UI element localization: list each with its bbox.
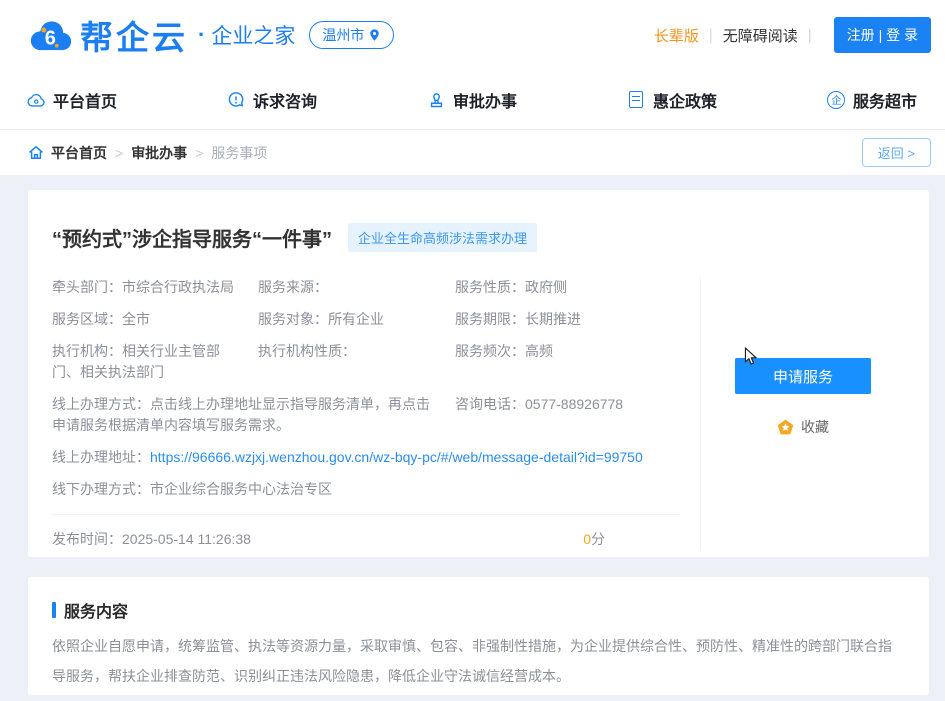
- field-online-address: 线上办理地址：https://96666.wzjxj.wenzhou.gov.c…: [52, 447, 680, 468]
- detail-fields-area: 牵头部门：市综合行政执法局 服务来源： 服务性质：政府侧 服务区域：全市 服务对…: [52, 277, 700, 549]
- header: 6 帮企云 · 企业之家 温州市 长辈版 | 无障碍阅读 | 注册 | 登 录: [0, 0, 945, 70]
- market-icon: 企: [827, 90, 846, 109]
- favorite-button[interactable]: 收藏: [777, 417, 829, 437]
- policy-doc-icon: [627, 90, 646, 109]
- brand-logo[interactable]: 6 帮企云 · 企业之家: [28, 11, 295, 59]
- nav-label: 平台首页: [53, 88, 117, 112]
- field-phone: 咨询电话：0577-88926778: [455, 394, 680, 436]
- home-cloud-icon: [27, 90, 46, 109]
- logo-char: 6: [45, 27, 56, 49]
- fields-grid: 牵头部门：市综合行政执法局 服务来源： 服务性质：政府侧 服务区域：全市 服务对…: [52, 277, 680, 500]
- field-service-nature: 服务性质：政府侧: [455, 277, 680, 298]
- main-nav: 平台首页 诉求咨询 审批办事: [0, 70, 945, 130]
- nav-item-consultation[interactable]: 诉求咨询: [227, 88, 317, 112]
- location-pin-icon: [368, 28, 381, 42]
- nav-label: 诉求咨询: [253, 88, 317, 112]
- service-content-card: 服务内容 依照企业自愿申请，统筹监管、执法等资源力量，采取审慎、包容、非强制性措…: [28, 577, 929, 695]
- field-service-region: 服务区域：全市: [52, 309, 258, 330]
- brand-suffix: 企业之家: [211, 20, 295, 50]
- favorite-label: 收藏: [801, 417, 829, 437]
- field-offline-method: 线下办理方式：市企业综合服务中心法治专区: [52, 479, 680, 500]
- detail-action-panel: 申请服务 收藏: [700, 277, 905, 549]
- breadcrumb-current: 服务事项: [211, 143, 267, 163]
- back-button[interactable]: 返回 >: [862, 138, 931, 167]
- nav-label: 服务超市: [853, 88, 917, 112]
- elder-mode-link[interactable]: 长辈版: [654, 25, 699, 46]
- nav-item-approval[interactable]: 审批办事: [427, 88, 517, 112]
- service-badge: 企业全生命高频涉法需求办理: [348, 223, 537, 252]
- nav-item-policy[interactable]: 惠企政策: [627, 88, 717, 112]
- brand-dot: ·: [198, 22, 205, 48]
- service-detail-card: “预约式”涉企指导服务“一件事” 企业全生命高频涉法需求办理 牵头部门：市综合行…: [28, 190, 929, 557]
- online-address-link[interactable]: https://96666.wzjxj.wenzhou.gov.cn/wz-bq…: [150, 449, 643, 465]
- page: 6 帮企云 · 企业之家 温州市 长辈版 | 无障碍阅读 | 注册 | 登 录: [0, 0, 945, 701]
- header-separator: |: [709, 27, 713, 44]
- nav-item-platform-home[interactable]: 平台首页: [27, 88, 117, 112]
- star-badge-icon: [777, 419, 794, 436]
- stamp-icon: [427, 90, 446, 109]
- apply-service-button[interactable]: 申请服务: [735, 358, 871, 394]
- breadcrumb-separator: >: [195, 145, 203, 161]
- breadcrumb-home-link[interactable]: 平台首页: [51, 143, 107, 163]
- section-title-row: 服务内容: [52, 598, 905, 622]
- breadcrumb: 平台首页 > 审批办事 > 服务事项 返回 >: [0, 130, 945, 175]
- register-login-button[interactable]: 注册 | 登 录: [834, 17, 931, 53]
- header-actions: 长辈版 | 无障碍阅读 | 注册 | 登 录: [654, 17, 931, 53]
- market-icon-char: 企: [827, 91, 845, 109]
- header-separator: |: [808, 27, 812, 44]
- breadcrumb-separator: >: [115, 145, 123, 161]
- spacer-band: [0, 175, 945, 190]
- score-badge: 0分: [583, 529, 680, 549]
- chat-icon: [227, 90, 246, 109]
- field-service-target: 服务对象：所有企业: [258, 309, 455, 330]
- section-body: 依照企业自愿申请，统筹监管、执法等资源力量，采取审慎、包容、非强制性措施，为企业…: [52, 631, 905, 691]
- detail-body: 牵头部门：市综合行政执法局 服务来源： 服务性质：政府侧 服务区域：全市 服务对…: [52, 277, 905, 549]
- nav-label: 审批办事: [453, 88, 517, 112]
- home-icon: [28, 145, 44, 160]
- section-title-bar: [52, 602, 56, 618]
- field-service-frequency: 服务频次：高频: [455, 341, 680, 383]
- service-title: “预约式”涉企指导服务“一件事”: [52, 223, 332, 252]
- brand-name: 帮企云: [80, 11, 188, 59]
- detail-title-row: “预约式”涉企指导服务“一件事” 企业全生命高频涉法需求办理: [52, 190, 905, 277]
- location-selector[interactable]: 温州市: [309, 21, 394, 49]
- breadcrumb-section-link[interactable]: 审批办事: [131, 143, 187, 163]
- location-label: 温州市: [322, 25, 364, 45]
- field-executing-agency: 执行机构：相关行业主管部门、相关执法部门: [52, 341, 258, 383]
- publish-row: 发布时间：2025-05-14 11:26:38 0分: [52, 515, 680, 549]
- publish-time: 发布时间：2025-05-14 11:26:38: [52, 529, 251, 549]
- field-agency-nature: 执行机构性质：: [258, 341, 455, 383]
- accessibility-link[interactable]: 无障碍阅读: [723, 25, 798, 46]
- field-service-term: 服务期限：长期推进: [455, 309, 680, 330]
- field-lead-department: 牵头部门：市综合行政执法局: [52, 277, 258, 298]
- logo-cloud-icon: 6: [28, 17, 74, 53]
- field-service-source: 服务来源：: [258, 277, 455, 298]
- nav-label: 惠企政策: [653, 88, 717, 112]
- field-online-method: 线上办理方式：点击线上办理地址显示指导服务清单，再点击申请服务根据清单内容填写服…: [52, 394, 455, 436]
- nav-item-service-market[interactable]: 企 服务超市: [827, 88, 917, 112]
- section-title: 服务内容: [64, 598, 128, 622]
